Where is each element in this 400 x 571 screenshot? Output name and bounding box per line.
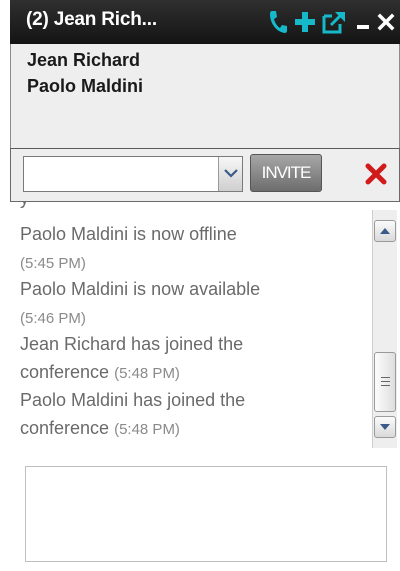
cut-off-message-line: y xyxy=(20,202,29,209)
scroll-up-button[interactable] xyxy=(374,220,396,242)
window-left-frame xyxy=(0,0,10,571)
chat-message: conference (5:48 PM) xyxy=(20,362,180,383)
minimize-icon[interactable] xyxy=(354,8,372,36)
chat-message: Jean Richard has joined the xyxy=(20,334,243,355)
add-participant-icon[interactable] xyxy=(293,8,317,36)
chat-message: Paolo Maldini is now available xyxy=(20,279,260,300)
message-text-cont: conference xyxy=(20,418,110,438)
combobox-dropdown-button[interactable] xyxy=(218,157,242,191)
message-text: Paolo Maldini is now offline xyxy=(20,224,237,244)
message-text-cont: conference xyxy=(20,362,110,382)
invite-combobox[interactable] xyxy=(23,156,243,192)
arrow-down-icon xyxy=(380,424,390,430)
participants-panel: Jean Richard Paolo Maldini xyxy=(10,44,400,149)
message-compose-input[interactable] xyxy=(25,466,387,562)
popout-icon[interactable] xyxy=(321,8,347,36)
message-timestamp: (5:48 PM) xyxy=(114,365,180,382)
message-timestamp: (5:46 PM) xyxy=(20,310,86,327)
window-title: (2) Jean Rich... xyxy=(26,9,157,30)
red-x-icon[interactable] xyxy=(365,163,387,185)
close-icon[interactable] xyxy=(376,8,396,36)
message-text: Paolo Maldini has joined the xyxy=(20,390,246,410)
message-text: Paolo Maldini is now available xyxy=(20,279,261,299)
grip-line xyxy=(381,385,390,386)
chat-message: Paolo Maldini has joined the xyxy=(20,390,245,411)
participant-name[interactable]: Paolo Maldini xyxy=(27,76,143,97)
chat-window: (2) Jean Rich... Jean Richard Paolo Mald… xyxy=(10,0,400,571)
message-timestamp: (5:45 PM) xyxy=(20,255,86,272)
chat-message: conference (5:48 PM) xyxy=(20,418,180,439)
chevron-down-icon xyxy=(224,169,238,178)
grip-line xyxy=(381,381,390,382)
participant-name[interactable]: Jean Richard xyxy=(27,50,140,71)
title-bar[interactable]: (2) Jean Rich... xyxy=(10,0,400,44)
chat-scrollbar[interactable] xyxy=(372,210,397,448)
grip-line xyxy=(381,377,390,378)
message-text: Jean Richard has joined the xyxy=(20,334,244,354)
chat-message-time: (5:45 PM) xyxy=(20,252,86,273)
invite-button[interactable]: INVITE xyxy=(250,154,322,192)
message-timestamp: (5:48 PM) xyxy=(114,421,180,438)
chat-history[interactable]: y Paolo Maldini is now offline (5:45 PM)… xyxy=(10,202,384,444)
chat-message-time: (5:46 PM) xyxy=(20,307,86,328)
arrow-up-icon xyxy=(380,228,390,234)
scroll-down-button[interactable] xyxy=(374,416,396,438)
chat-message: Paolo Maldini is now offline xyxy=(20,224,237,245)
scrollbar-thumb[interactable] xyxy=(374,352,396,412)
phone-icon[interactable] xyxy=(266,8,288,36)
invite-row: INVITE xyxy=(10,148,400,202)
